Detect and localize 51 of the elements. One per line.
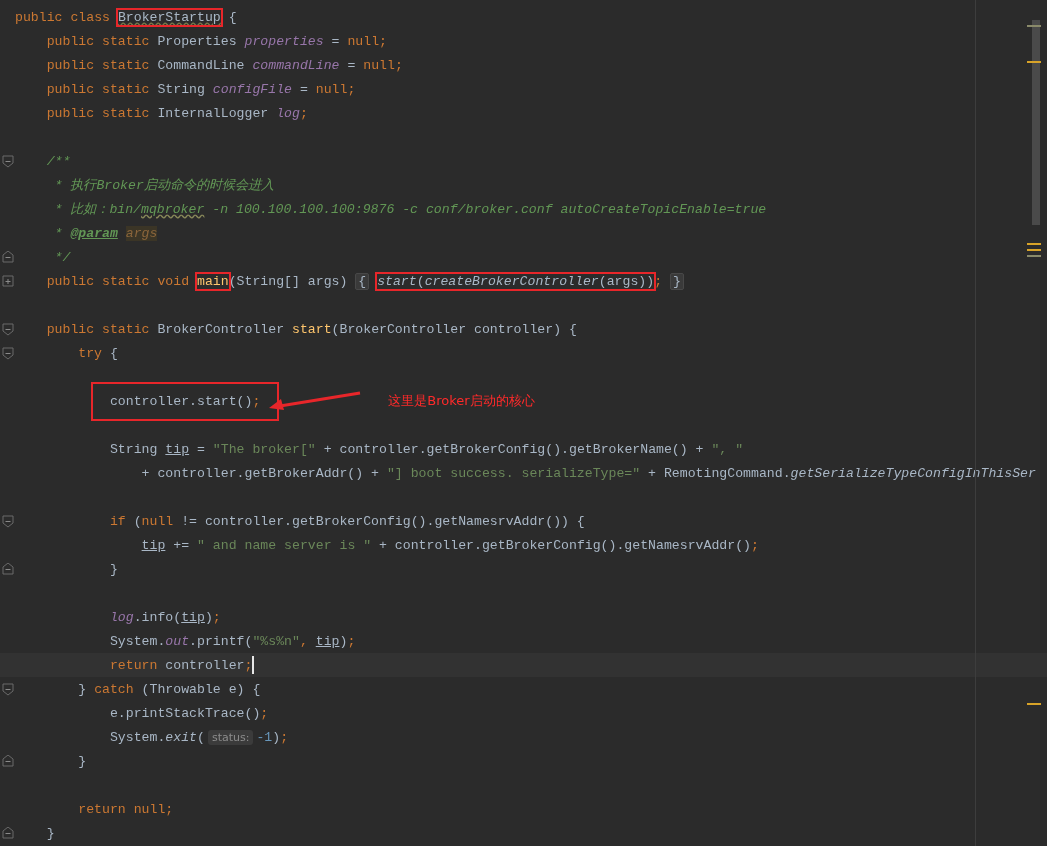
text-cursor <box>252 656 255 674</box>
code-line: log.info(tip); <box>109 609 221 625</box>
collapse-icon[interactable] <box>1 682 14 696</box>
highlight-box: main <box>197 273 229 289</box>
collapse-icon[interactable] <box>1 754 14 768</box>
collapse-icon[interactable] <box>1 826 14 840</box>
highlight-box: BrokerStartup <box>117 9 221 25</box>
code-line: public static String configFile = null; <box>46 81 356 97</box>
code-line: public static Properties properties = null; <box>46 33 387 49</box>
code-line: * @param args <box>53 225 158 241</box>
folded-code[interactable]: { <box>355 272 370 290</box>
code-line: * 执行Broker启动命令的时候会进入 <box>53 177 274 194</box>
code-line: } <box>109 561 118 577</box>
code-text: public class <box>15 9 111 25</box>
code-line: return null; <box>78 801 174 817</box>
inlay-hint: status: <box>207 729 254 745</box>
code-line: public static InternalLogger log; <box>46 105 308 121</box>
code-line: return controller; <box>109 657 253 673</box>
highlight-box: controller.start(); <box>90 381 280 421</box>
code-line: + controller.getBrokerAddr() + "] boot success. serializeType=" + RemotingCommand.getSerializeTypeConfigInThisSer <box>141 465 1036 481</box>
highlight-box: start(createBrokerController(args)) <box>377 273 655 289</box>
code-text: (String[] args) <box>228 273 349 289</box>
code-text: ; <box>654 273 664 289</box>
collapse-icon[interactable] <box>1 562 14 576</box>
code-line: */ <box>53 249 71 265</box>
expand-icon[interactable] <box>1 274 14 288</box>
code-text: { <box>227 9 237 25</box>
code-line: } <box>78 753 87 769</box>
code-line: System.out.printf("%s%n", tip); <box>109 633 356 649</box>
annotation-note: 这里是Broker启动的核心 <box>388 392 535 410</box>
collapse-icon[interactable] <box>1 322 14 336</box>
code-line: e.printStackTrace(); <box>109 705 269 721</box>
code-line: /** <box>46 153 71 169</box>
code-text: System.exit( <box>109 729 205 745</box>
code-line: tip += " and name server is " + controller.getBrokerConfig().getNamesrvAddr(); <box>141 537 759 553</box>
code-line: try { <box>78 345 118 361</box>
code-line: } <box>46 825 55 841</box>
folded-code[interactable]: } <box>669 272 684 290</box>
code-line: * 比如：bin/mqbroker -n 100.100.100.100:9876 -c conf/broker.conf autoCreateTopicEnable=true <box>53 201 767 218</box>
collapse-icon[interactable] <box>1 154 14 168</box>
code-line: String tip = "The broker[" + controller.getBrokerConfig().getBrokerName() + ", " <box>109 441 744 457</box>
code-line: if (null != controller.getBrokerConfig().getNamesrvAddr()) { <box>109 513 585 529</box>
collapse-icon[interactable] <box>1 250 14 264</box>
collapse-icon[interactable] <box>1 514 14 528</box>
code-line: public static CommandLine commandLine = null; <box>46 57 403 73</box>
code-text: public static void <box>46 273 191 289</box>
code-text: -1); <box>256 729 289 745</box>
code-line: public static BrokerController start(BrokerController controller) { <box>46 321 577 337</box>
collapse-icon[interactable] <box>1 346 14 360</box>
scrollbar-thumb[interactable] <box>1032 20 1040 225</box>
code-line: } catch (Throwable e) { <box>78 681 261 697</box>
